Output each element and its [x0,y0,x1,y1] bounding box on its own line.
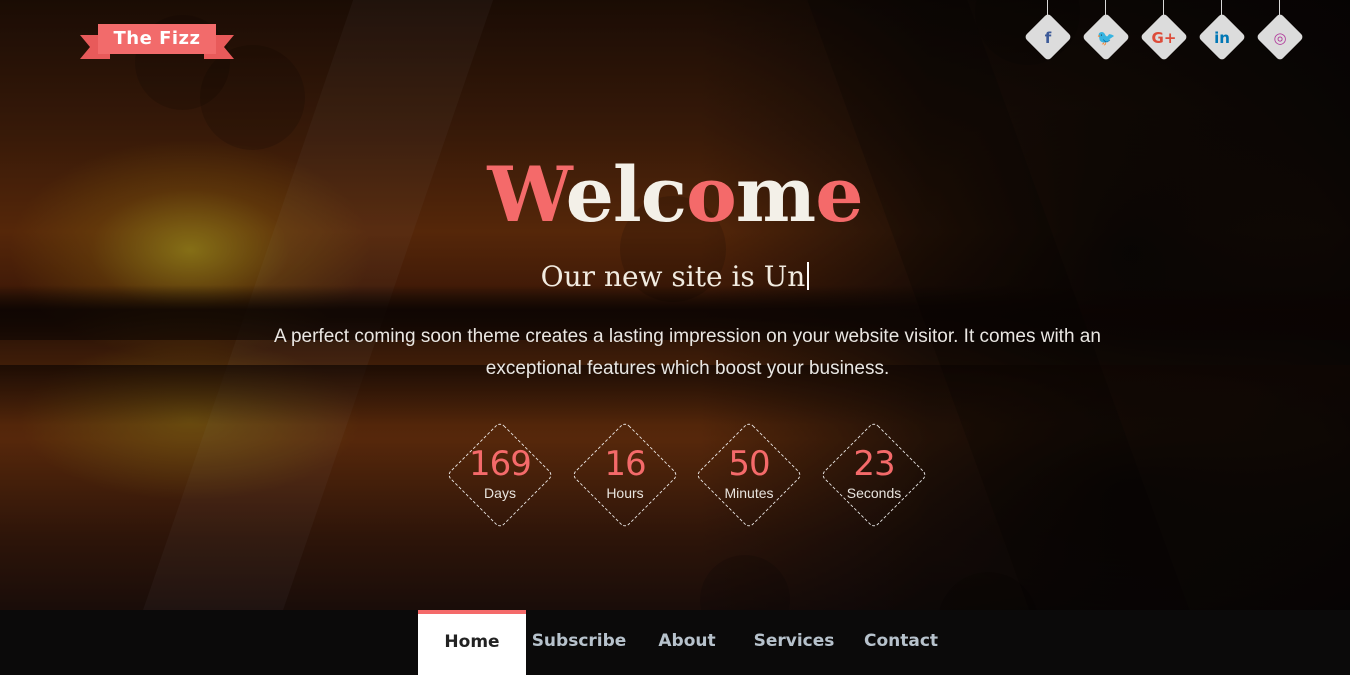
welcome-letter: o [686,150,737,239]
tagline-text: Our new site is Un [540,260,806,293]
countdown-value: 16 [604,444,646,484]
hero-description: A perfect coming soon theme creates a la… [274,326,1101,379]
twitter-icon: 🐦 [1096,29,1116,47]
nav-about[interactable]: About [648,610,726,675]
instagram-link[interactable]: ◎ [1255,0,1305,70]
google-plus-icon: G+ [1151,29,1177,47]
countdown-label: Minutes [724,485,774,501]
countdown-label: Days [484,485,516,501]
countdown-seconds: 23 Seconds [819,420,929,530]
countdown-value: 23 [853,444,895,484]
google-plus-link[interactable]: G+ [1139,0,1189,70]
countdown-minutes: 50 Minutes [694,420,804,530]
welcome-letter: e [815,150,863,239]
countdown-label: Hours [606,485,644,501]
countdown-value: 50 [728,444,770,484]
logo-text: The Fizz [98,24,216,54]
welcome-letters: elc [565,150,687,239]
welcome-letter: m [735,150,816,239]
countdown-value: 169 [469,444,532,484]
instagram-icon: ◎ [1273,29,1287,47]
nav-home[interactable]: Home [418,610,526,675]
countdown-label: Seconds [846,485,902,501]
nav-contact[interactable]: Contact [857,610,945,675]
typing-cursor [807,262,810,290]
site-logo[interactable]: The Fizz [80,22,234,62]
linkedin-link[interactable]: in [1197,0,1247,70]
nav-services[interactable]: Services [746,610,842,675]
welcome-heading: Welcome [375,150,975,240]
nav-subscribe[interactable]: Subscribe [526,610,632,675]
countdown-days: 169 Days [445,420,555,530]
welcome-letter: W [487,150,566,239]
facebook-icon: f [1044,29,1052,47]
linkedin-icon: in [1214,29,1230,47]
facebook-link[interactable]: f [1023,0,1073,70]
typing-tagline: Our new site is Un [375,257,975,297]
bottom-nav: Home Subscribe About Services Contact [0,610,1350,675]
countdown-hours: 16 Hours [570,420,680,530]
twitter-link[interactable]: 🐦 [1081,0,1131,70]
